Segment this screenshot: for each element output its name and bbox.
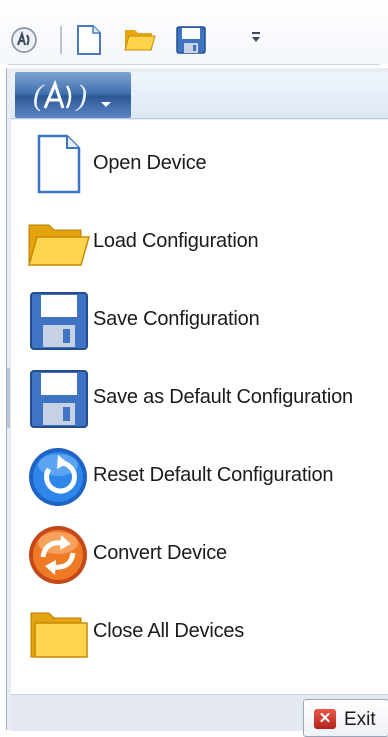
exit-label: Exit [344, 709, 376, 730]
menu-header: ( ) [11, 72, 388, 119]
convert-icon [29, 526, 87, 584]
menu-item-label: Save as Default Configuration [93, 386, 353, 408]
menu-item-convert-device[interactable]: Convert Device [11, 518, 388, 590]
menu-item-load-configuration[interactable]: Load Configuration [11, 206, 388, 278]
quick-access-toolbar [0, 0, 388, 65]
menu-item-label: Save Configuration [93, 308, 260, 330]
menu-item-reset-default-configuration[interactable]: Reset Default Configuration [11, 440, 388, 512]
menu-item-save-default-configuration[interactable]: Save as Default Configuration [11, 362, 388, 434]
menu-list: Open Device Load Configuration Save Conf… [11, 120, 388, 694]
menu-side-grip [7, 368, 10, 428]
customize-toolbar-icon[interactable] [248, 26, 264, 48]
menu-footer: ✕ Exit [11, 694, 388, 737]
page-icon [37, 134, 81, 194]
floppy-disk-icon [30, 292, 88, 350]
menu-item-label: Open Device [93, 152, 207, 174]
application-button[interactable]: ( ) [15, 72, 131, 118]
floppy-disk-icon [30, 370, 88, 428]
app-logo-icon: ( ) [33, 79, 111, 112]
menu-item-label: Convert Device [93, 542, 227, 564]
new-document-icon[interactable] [76, 24, 102, 56]
close-icon: ✕ [314, 709, 336, 729]
menu-item-label: Load Configuration [93, 230, 259, 252]
save-icon[interactable] [176, 26, 206, 54]
folder-open-icon [28, 224, 90, 266]
svg-text:(: ( [33, 79, 45, 112]
svg-text:): ) [75, 79, 87, 112]
app-logo-icon[interactable] [10, 26, 38, 54]
menu-item-save-configuration[interactable]: Save Configuration [11, 284, 388, 356]
menu-item-open-device[interactable]: Open Device [11, 128, 388, 200]
menu-item-label: Close All Devices [93, 620, 245, 642]
reset-icon [29, 448, 87, 506]
menu-item-close-all-devices[interactable]: Close All Devices [11, 596, 388, 668]
open-folder-icon[interactable] [124, 26, 156, 52]
menu-item-label: Reset Default Configuration [93, 464, 334, 486]
folder-icon [30, 612, 88, 658]
application-menu: ( ) Open Device Load Configuration Save … [6, 68, 388, 737]
exit-button[interactable]: ✕ Exit [303, 699, 388, 737]
toolbar-separator [60, 26, 62, 54]
